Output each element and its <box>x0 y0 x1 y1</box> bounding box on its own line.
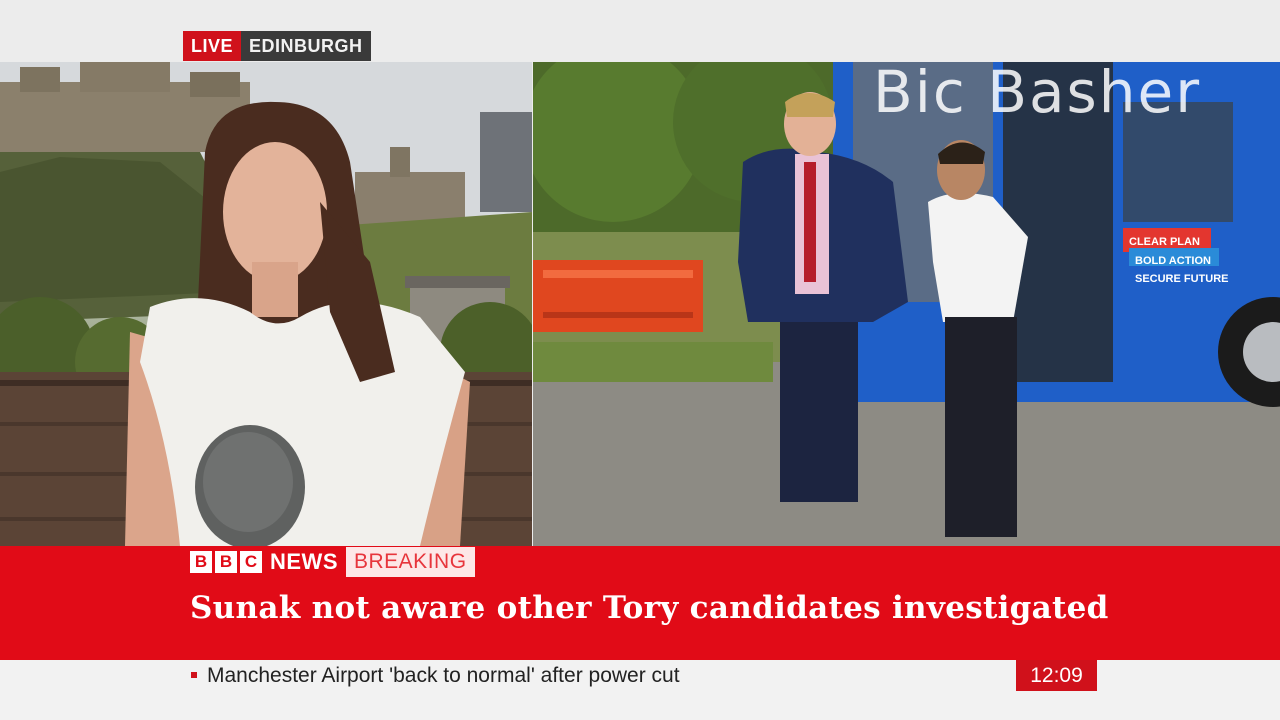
live-location-tag: LIVE EDINBURGH <box>183 31 371 61</box>
ticker-text: Manchester Airport 'back to normal' afte… <box>207 664 680 687</box>
bus-slogan-1: CLEAR PLAN <box>1129 236 1200 248</box>
location-label: EDINBURGH <box>241 31 371 61</box>
bus-slogan-2: BOLD ACTION <box>1135 255 1211 267</box>
breaking-badge: BREAKING <box>346 547 475 577</box>
campaign-bus-video-panel: CLEAR PLAN BOLD ACTION SECURE FUTURE <box>533 62 1280 546</box>
bus-slogan-3: SECURE FUTURE <box>1135 273 1229 285</box>
news-label: NEWS <box>270 549 338 574</box>
bbc-logo-block-1: B <box>190 551 212 573</box>
bbc-logo-block-2: B <box>215 551 237 573</box>
reporter-video-panel <box>0 62 532 546</box>
headline: Sunak not aware other Tory candidates in… <box>190 590 1109 626</box>
watermark-text: Bic Basher <box>873 58 1202 126</box>
live-label: LIVE <box>183 31 242 61</box>
bbc-logo-block-3: C <box>240 551 262 573</box>
clock: 12:09 <box>1016 660 1097 691</box>
bbc-news-brand: B B C NEWS BREAKING <box>190 547 475 577</box>
campaign-scene: CLEAR PLAN BOLD ACTION SECURE FUTURE <box>533 62 1280 546</box>
ticker-bullet-icon <box>191 672 197 678</box>
reporter-scene <box>0 62 532 546</box>
